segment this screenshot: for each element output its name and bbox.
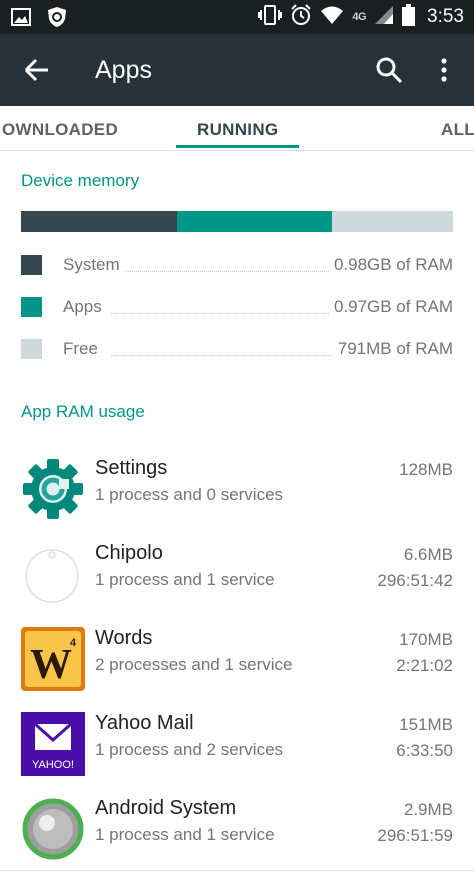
app-name: Android System <box>95 797 237 819</box>
wifi-icon <box>320 5 344 30</box>
memory-bar-free <box>332 211 453 232</box>
memory-bar-apps <box>176 211 333 232</box>
gallery-icon <box>10 6 32 28</box>
alarm-icon <box>290 3 312 31</box>
network-type: 4G <box>352 11 367 23</box>
app-toolbar: Apps <box>0 34 474 106</box>
app-running-time: 296:51:59 <box>377 826 453 845</box>
tile-letter: W <box>30 642 72 688</box>
legend-row-free: Free 791MB of RAM <box>21 337 453 361</box>
list-item-words[interactable]: W 4 Words 2 processes and 1 service 170M… <box>0 615 474 701</box>
app-memory-size: 151MB <box>399 715 453 734</box>
legend-leader-dots <box>111 271 333 272</box>
legend-leader-dots <box>111 355 333 356</box>
memory-bar-system <box>21 211 177 232</box>
legend-label: Apps <box>63 297 106 317</box>
legend-label: Free <box>63 339 102 359</box>
legend-value: 0.98GB of RAM <box>329 255 453 275</box>
legend-swatch-apps <box>21 297 42 317</box>
list-item-settings[interactable]: Settings 1 process and 0 services 128MB <box>0 445 474 531</box>
legend-swatch-system <box>21 255 42 275</box>
app-name: Yahoo Mail <box>95 712 194 734</box>
shield-icon <box>46 6 68 28</box>
list-item-chipolo[interactable]: Chipolo 1 process and 1 service 6.6MB 29… <box>0 530 474 616</box>
android-system-icon <box>21 797 85 861</box>
tab-downloaded[interactable]: OWNLOADED <box>2 120 118 140</box>
tab-indicator <box>176 145 299 148</box>
app-process-info: 1 process and 1 service <box>95 825 275 844</box>
brand-text: YAHOO! <box>32 759 74 771</box>
app-process-info: 1 process and 1 service <box>95 570 275 589</box>
app-memory-size: 6.6MB <box>403 545 453 564</box>
app-process-info: 2 processes and 1 service <box>95 655 293 674</box>
words-tile-icon: W 4 <box>21 627 85 691</box>
app-running-time: 296:51:42 <box>377 571 453 590</box>
tab-all[interactable]: ALL <box>441 120 474 140</box>
tile-score: 4 <box>70 637 77 649</box>
chipolo-icon <box>21 542 85 606</box>
list-item-yahoo-mail[interactable]: YAHOO! Yahoo Mail 1 process and 2 servic… <box>0 700 474 786</box>
app-memory-size: 170MB <box>399 630 453 649</box>
settings-gear-icon <box>21 457 85 521</box>
app-name: Chipolo <box>95 542 163 564</box>
app-process-info: 1 process and 2 services <box>95 740 284 759</box>
app-process-info: 1 process and 0 services <box>95 485 284 504</box>
clock: 3:53 <box>427 6 464 27</box>
device-memory-heading: Device memory <box>21 171 140 190</box>
app-running-time: 6:33:50 <box>396 741 453 760</box>
more-options-icon[interactable] <box>436 56 452 84</box>
search-icon[interactable] <box>375 56 403 84</box>
app-name: Words <box>95 627 153 649</box>
app-memory-size: 128MB <box>399 460 453 479</box>
legend-row-system: System 0.98GB of RAM <box>21 253 453 277</box>
list-item-android-system[interactable]: Android System 1 process and 1 service 2… <box>0 785 474 871</box>
legend-leader-dots <box>111 313 333 314</box>
app-name: Settings <box>95 457 168 479</box>
legend-swatch-free <box>21 339 42 359</box>
status-bar: 4G 3:53 <box>0 0 474 34</box>
app-running-time: 2:21:02 <box>396 656 453 675</box>
battery-icon <box>402 3 416 31</box>
legend-value: 791MB of RAM <box>333 339 453 359</box>
legend-row-apps: Apps 0.97GB of RAM <box>21 295 453 319</box>
app-memory-size: 2.9MB <box>403 800 453 819</box>
page-title: Apps <box>95 56 152 84</box>
tab-running[interactable]: RUNNING <box>197 120 278 140</box>
back-arrow-icon[interactable] <box>22 56 52 84</box>
memory-usage-bar <box>21 211 453 232</box>
yahoo-mail-icon: YAHOO! <box>21 712 85 776</box>
vibrate-icon <box>258 4 283 30</box>
app-ram-heading: App RAM usage <box>21 402 145 421</box>
legend-value: 0.97GB of RAM <box>329 297 453 317</box>
signal-icon <box>374 5 394 30</box>
legend-label: System <box>63 255 124 275</box>
